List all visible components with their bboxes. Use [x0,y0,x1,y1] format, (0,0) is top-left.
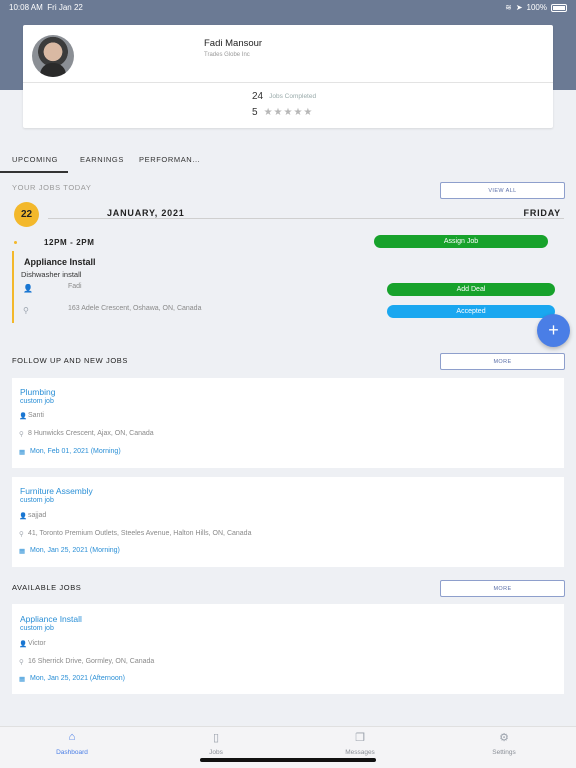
date-divider [48,218,564,219]
accepted-button[interactable]: Accepted [387,305,555,318]
tab-bar: UPCOMING EARNINGS PERFORMAN... [0,150,576,174]
job-card[interactable]: Appliance Install custom job 👤 Victor ⚲ … [12,604,564,694]
card-address: 16 Sherrick Drive, Gormley, ON, Canada [28,658,155,665]
add-fab-button[interactable]: + [537,314,570,347]
add-deal-button[interactable]: Add Deal [387,283,555,296]
divider [23,82,553,83]
card-title[interactable]: Plumbing [20,387,55,397]
job-title[interactable]: Appliance Install [24,257,96,267]
view-all-button[interactable]: VIEW ALL [440,182,565,199]
person-icon: 👤 [19,413,28,420]
calendar-icon: ▦ [19,449,26,456]
profile-card: Fadi Mansour Trades Globe Inc 24 Jobs Co… [23,25,553,128]
jobs-icon: ▯ [212,732,220,744]
date-heading: JANUARY, 2021 [107,208,185,218]
person-icon: 👤 [23,284,33,293]
rating-stat: 5 ★★★★★ [252,107,314,118]
star-rating-icon: ★★★★★ [263,107,314,118]
location-pin-icon: ⚲ [19,659,24,666]
location-icon: ➤ [515,3,523,12]
job-card[interactable]: Furniture Assembly custom job 👤 sajjad ⚲… [12,477,564,567]
settings-icon: ⚙ [499,732,509,744]
available-more-button[interactable]: MORE [440,580,565,597]
person-icon: 👤 [19,513,28,520]
calendar-icon: ▦ [19,548,26,555]
card-address: 41, Toronto Premium Outlets, Steeles Ave… [28,530,252,537]
card-title[interactable]: Furniture Assembly [20,486,93,496]
timeline-dot [14,241,17,244]
status-bar: 10:08 AM Fri Jan 22 ≋ ➤ 100% [0,0,576,24]
nav-jobs[interactable]: ▯ Jobs [176,731,256,756]
card-type: custom job [20,625,54,632]
messages-icon: ❐ [355,732,365,744]
card-type: custom job [20,398,54,405]
jobs-completed-stat: 24 Jobs Completed [252,91,317,102]
assign-job-button[interactable]: Assign Job [374,235,548,248]
nav-dashboard[interactable]: ⌂ Dashboard [32,731,112,756]
today-section-label: YOUR JOBS TODAY [12,183,92,192]
follow-up-more-button[interactable]: MORE [440,353,565,370]
plus-icon: + [548,320,559,340]
tab-earnings[interactable]: EARNINGS [80,155,124,164]
card-date: Mon, Feb 01, 2021 (Morning) [30,448,121,455]
person-icon: 👤 [19,641,28,648]
home-icon: ⌂ [68,731,76,743]
job-accent-bar [12,251,14,323]
nav-settings[interactable]: ⚙ Settings [464,731,544,756]
card-title[interactable]: Appliance Install [20,614,82,624]
card-person: Victor [28,640,46,647]
tab-performance[interactable]: PERFORMAN... [139,155,200,164]
wifi-icon: ≋ [505,3,512,12]
weekday-heading: FRIDAY [523,208,561,218]
job-subtitle: Dishwasher install [21,270,82,279]
status-time: 10:08 AM Fri Jan 22 [9,3,83,12]
job-address: 163 Adele Crescent, Oshawa, ON, Canada [68,305,202,312]
profile-company: Trades Globe Inc [204,52,250,58]
calendar-icon: ▦ [19,676,26,683]
time-range: 12PM - 2PM [44,238,95,247]
job-person: Fadi [68,283,82,290]
card-date: Mon, Jan 25, 2021 (Afternoon) [30,675,125,682]
avatar[interactable] [32,35,74,77]
card-person: sajjad [28,512,47,519]
card-date: Mon, Jan 25, 2021 (Morning) [30,547,120,554]
tab-active-indicator [0,171,68,173]
battery-icon [551,3,567,12]
card-person: Santi [28,412,44,419]
battery-percent: 100% [526,3,547,12]
available-section-label: AVAILABLE JOBS [12,583,82,592]
job-card[interactable]: Plumbing custom job 👤 Santi ⚲ 8 Hunwicks… [12,378,564,468]
card-type: custom job [20,497,54,504]
card-address: 8 Hunwicks Crescent, Ajax, ON, Canada [28,430,154,437]
nav-messages[interactable]: ❐ Messages [320,731,400,756]
home-indicator [200,758,376,762]
location-pin-icon: ⚲ [23,306,29,315]
profile-name: Fadi Mansour [204,38,263,49]
date-badge: 22 [14,202,39,227]
follow-up-section-label: FOLLOW UP AND NEW JOBS [12,356,128,365]
location-pin-icon: ⚲ [19,431,24,438]
location-pin-icon: ⚲ [19,531,24,538]
tab-upcoming[interactable]: UPCOMING [12,155,58,164]
